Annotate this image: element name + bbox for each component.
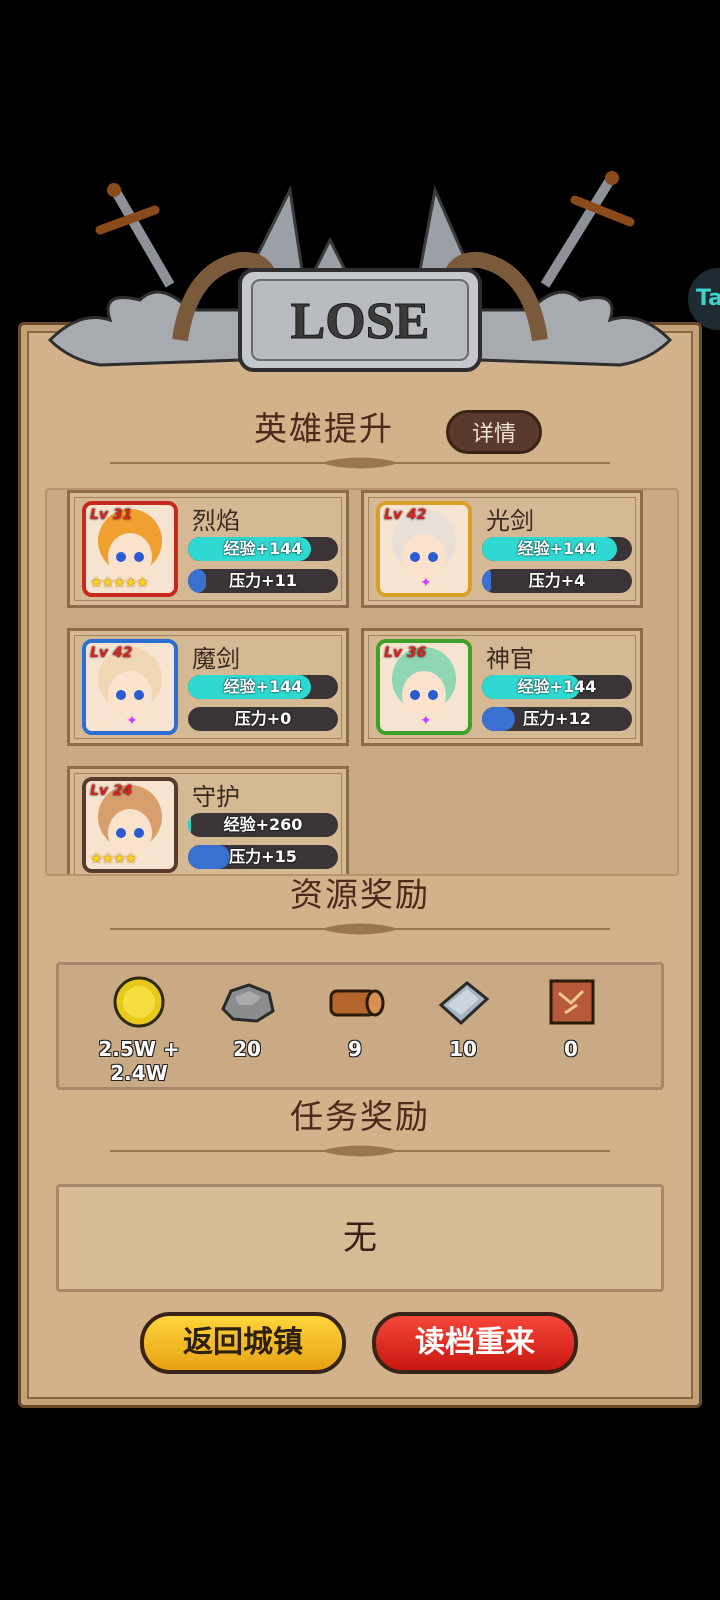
side-floating-button[interactable]: Ta	[688, 268, 720, 330]
resource-value: 20	[233, 1037, 261, 1061]
resource-stone: 20	[187, 975, 307, 1061]
resource-value: 9	[348, 1037, 362, 1061]
hero-portrait: Lv 24 ★★★★	[82, 777, 178, 873]
ornament-divider	[110, 923, 610, 935]
hero-list: Lv 31 ★★★★★ 烈焰经验+144 压力+11 Lv 42 ✦ 光剑经验+144 压力+…	[45, 488, 679, 876]
exp-bar: 经验+144	[188, 675, 338, 699]
pressure-text: 压力+12	[523, 709, 591, 728]
hero-card[interactable]: Lv 36 ✦ 神官经验+144 压力+12	[361, 628, 643, 746]
pressure-text: 压力+4	[528, 571, 586, 590]
wood-log-icon	[325, 975, 385, 1029]
exp-text: 经验+144	[223, 677, 303, 696]
exp-text: 经验+144	[517, 677, 597, 696]
hero-portrait: Lv 31 ★★★★★	[82, 501, 178, 597]
hero-card[interactable]: Lv 42 ✦ 魔剑经验+144 压力+0	[67, 628, 349, 746]
pressure-text: 压力+11	[229, 571, 297, 590]
hero-portrait: Lv 42 ✦	[82, 639, 178, 735]
return-town-button[interactable]: 返回城镇	[140, 1312, 346, 1374]
resource-iron: 10	[403, 975, 523, 1061]
hero-name: 神官	[486, 645, 534, 673]
hero-card[interactable]: Lv 42 ✦ 光剑经验+144 压力+4	[361, 490, 643, 608]
exp-bar: 经验+144	[482, 675, 632, 699]
hero-name: 光剑	[486, 507, 534, 535]
resource-value: 0	[564, 1037, 578, 1061]
resource-rewards-box: 2.5W + 2.4W 20 9 10 0	[56, 962, 664, 1090]
iron-plate-icon	[433, 975, 493, 1029]
cloth-icon	[541, 975, 601, 1029]
reload-save-button[interactable]: 读档重来	[372, 1312, 578, 1374]
hero-name: 守护	[192, 783, 240, 811]
task-rewards-box: 无	[56, 1184, 664, 1292]
resource-value: 10	[449, 1037, 477, 1061]
resource-section-title: 资源奖励	[290, 875, 430, 914]
hero-name: 魔剑	[192, 645, 240, 673]
exp-bar: 经验+144	[188, 537, 338, 561]
lose-banner: LOSE	[47, 171, 673, 372]
pressure-bar: 压力+15	[188, 845, 338, 869]
hero-name: 烈焰	[192, 507, 240, 535]
hero-portrait: Lv 36 ✦	[376, 639, 472, 735]
banner-title: LOSE	[291, 293, 430, 350]
gem-icon: ✦	[420, 713, 432, 729]
stone-icon	[217, 975, 277, 1029]
pressure-text: 压力+15	[229, 847, 297, 866]
exp-bar: 经验+260	[188, 813, 338, 837]
gem-icon: ✦	[420, 575, 432, 591]
star-rating-icon: ★★★★★	[90, 575, 149, 591]
pressure-text: 压力+0	[234, 709, 292, 728]
gem-icon: ✦	[126, 713, 138, 729]
hero-level: Lv 42	[90, 645, 133, 661]
ornament-divider	[110, 457, 610, 469]
task-section-title: 任务奖励	[290, 1097, 430, 1136]
star-rating-icon: ★★★★	[90, 851, 137, 867]
exp-text: 经验+260	[223, 815, 303, 834]
hero-section-title: 英雄提升	[254, 409, 394, 448]
resource-cloth: 0	[511, 975, 631, 1061]
hero-level: Lv 24	[90, 783, 133, 799]
pressure-bar: 压力+12	[482, 707, 632, 731]
pressure-bar: 压力+4	[482, 569, 632, 593]
pressure-bar: 压力+0	[188, 707, 338, 731]
exp-text: 经验+144	[223, 539, 303, 558]
hero-card[interactable]: Lv 31 ★★★★★ 烈焰经验+144 压力+11	[67, 490, 349, 608]
hero-portrait: Lv 42 ✦	[376, 501, 472, 597]
exp-text: 经验+144	[517, 539, 597, 558]
resource-wood: 9	[295, 975, 415, 1061]
ornament-divider	[110, 1145, 610, 1157]
hero-level: Lv 36	[384, 645, 427, 661]
hero-level: Lv 42	[384, 507, 427, 523]
hero-level: Lv 31	[90, 507, 133, 523]
left-sword-icon	[95, 183, 175, 288]
hero-card[interactable]: Lv 24 ★★★★ 守护经验+260 压力+15	[67, 766, 349, 874]
right-sword-icon	[540, 171, 635, 288]
resource-value: 2.5W + 2.4W	[98, 1037, 180, 1085]
detail-button[interactable]: 详情	[446, 410, 542, 454]
pressure-bar: 压力+11	[188, 569, 338, 593]
resource-gold: 2.5W + 2.4W	[79, 975, 199, 1085]
exp-bar: 经验+144	[482, 537, 632, 561]
gold-coin-icon	[109, 975, 169, 1029]
